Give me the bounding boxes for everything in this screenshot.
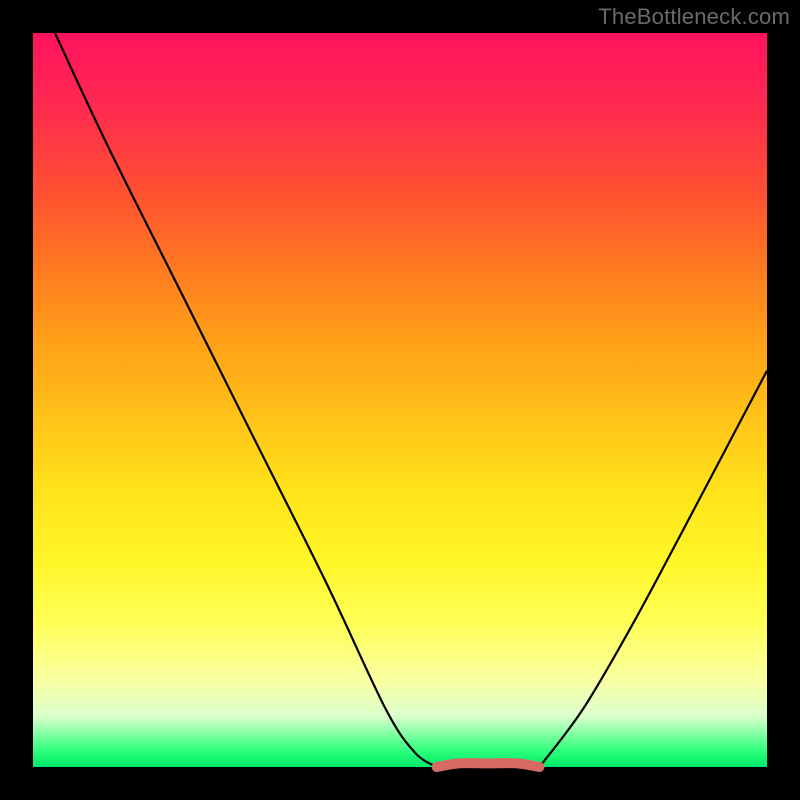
line-left-curve bbox=[55, 33, 437, 767]
chart-canvas: TheBottleneck.com bbox=[0, 0, 800, 800]
line-saddle bbox=[437, 763, 540, 767]
chart-lines bbox=[33, 33, 767, 767]
plot-area bbox=[33, 33, 767, 767]
watermark-text: TheBottleneck.com bbox=[598, 4, 790, 30]
line-right-curve bbox=[539, 371, 767, 767]
